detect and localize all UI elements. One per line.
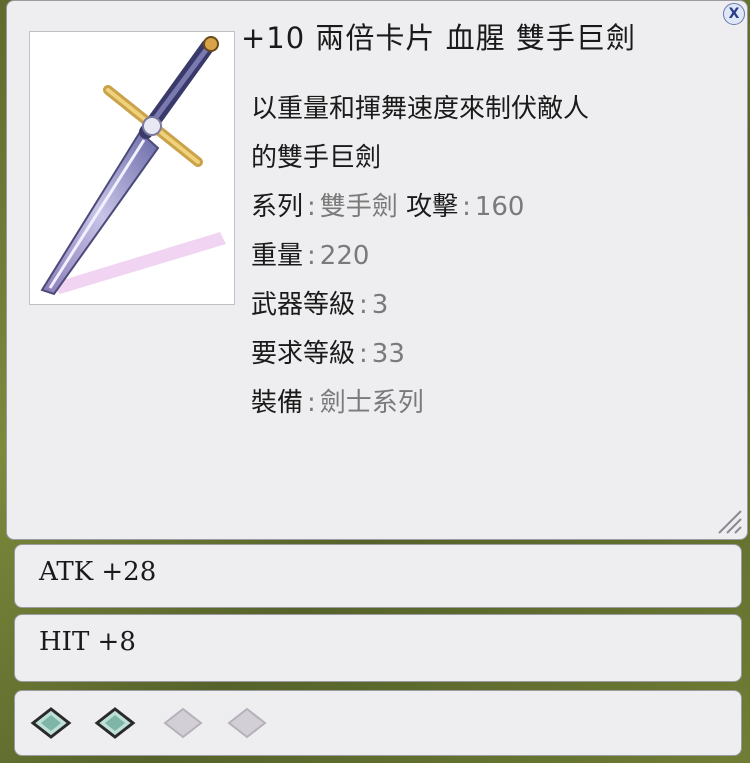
card-slot-filled[interactable]: [29, 705, 73, 741]
stat-value: 33: [371, 339, 405, 369]
stat-label: 攻擊: [406, 192, 459, 222]
item-image-frame: [29, 31, 235, 305]
stat-required-level-row: 要求等級:33: [251, 330, 589, 379]
stat-value: 3: [371, 290, 389, 320]
stat-value: 雙手劍: [319, 192, 398, 222]
stat-separator: :: [359, 290, 368, 320]
stat-series-row: 系列: 雙手劍 攻擊:160: [251, 183, 589, 232]
item-info-window: +10 兩倍卡片 血腥 雙手巨劍 X 以重量和揮舞速度來制伏敵人 的雙手巨劍 系…: [6, 0, 748, 540]
stat-separator: :: [307, 241, 316, 271]
card-slot-empty[interactable]: [225, 705, 269, 741]
stat-weapon-level-row: 武器等級:3: [251, 281, 589, 330]
empty-slot-icon: [227, 707, 267, 739]
close-icon[interactable]: X: [723, 3, 745, 25]
stat-value: 160: [474, 192, 525, 222]
description-line: 以重量和揮舞速度來制伏敵人: [251, 94, 590, 124]
item-description: 以重量和揮舞速度來制伏敵人 的雙手巨劍 系列: 雙手劍 攻擊:160 重量:220…: [251, 85, 589, 428]
bonus-hit-panel: HIT +8: [14, 614, 742, 682]
empty-slot-icon: [163, 707, 203, 739]
stat-equip-row: 裝備: 劍士系列: [251, 379, 589, 428]
stat-separator: :: [307, 388, 316, 418]
card-slot-filled[interactable]: [93, 705, 137, 741]
stat-separator: :: [307, 192, 316, 222]
stat-separator: :: [359, 339, 368, 369]
description-line: 的雙手巨劍: [251, 143, 382, 173]
card-slots-panel: [14, 690, 742, 756]
two-handed-sword-icon: [40, 36, 226, 296]
stat-separator: :: [462, 192, 471, 222]
bonus-hit-text: HIT +8: [39, 627, 136, 657]
stat-label: 裝備: [251, 388, 304, 418]
stat-label: 武器等級: [251, 290, 356, 320]
stat-label: 系列: [251, 192, 304, 222]
bonus-atk-panel: ATK +28: [14, 544, 742, 608]
resize-grip-icon[interactable]: [713, 505, 743, 535]
bonus-atk-text: ATK +28: [39, 557, 157, 587]
stat-weight-row: 重量:220: [251, 232, 589, 281]
card-slot-empty[interactable]: [161, 705, 205, 741]
stat-value: 220: [319, 241, 370, 271]
stat-value: 劍士系列: [319, 388, 424, 418]
item-title: +10 兩倍卡片 血腥 雙手巨劍: [241, 21, 636, 55]
stat-label: 要求等級: [251, 339, 356, 369]
stat-label: 重量: [251, 241, 304, 271]
